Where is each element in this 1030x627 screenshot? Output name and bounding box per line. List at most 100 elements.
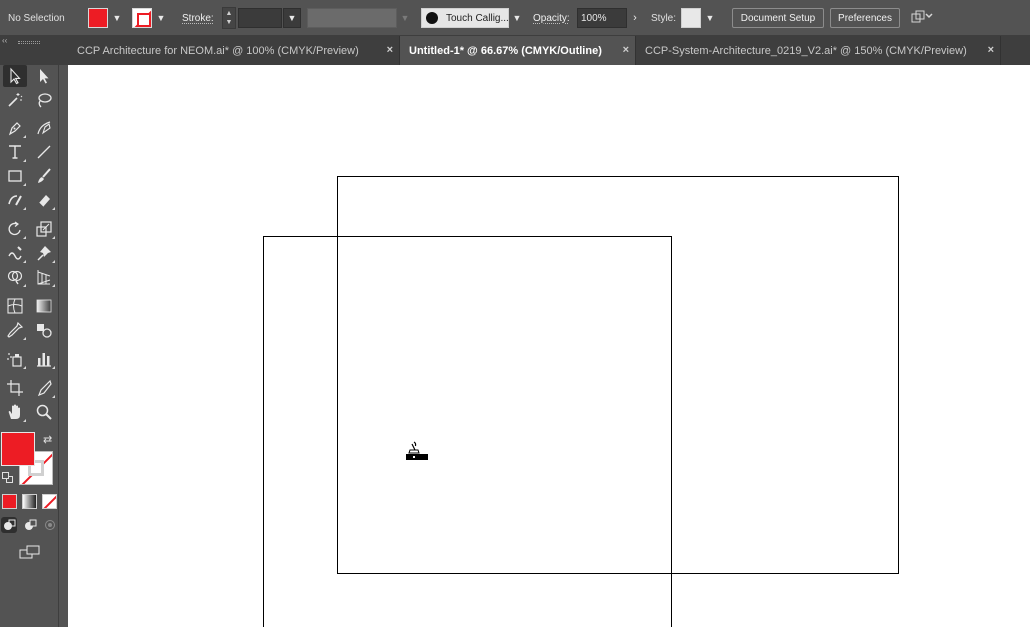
shape-builder-tool[interactable] (3, 266, 27, 288)
rotate-tool-icon (8, 221, 21, 236)
slice-tool[interactable] (32, 377, 56, 399)
blend-tool[interactable] (32, 319, 56, 341)
scale-tool[interactable] (32, 218, 56, 240)
document-setup-label[interactable]: Document Setup (732, 8, 824, 28)
shaper-tool-icon (8, 195, 22, 206)
eraser-tool[interactable] (32, 189, 56, 211)
collapse-panel-icon[interactable]: ‹‹ (2, 36, 7, 45)
close-icon[interactable]: × (623, 44, 629, 56)
close-icon[interactable]: × (988, 44, 994, 56)
hand-tool[interactable] (3, 401, 27, 423)
stroke-swatch[interactable] (132, 0, 152, 36)
pen-tool-icon (8, 122, 21, 136)
shaper-tool[interactable] (3, 189, 27, 211)
style-dropdown[interactable]: ▼ (703, 0, 717, 36)
curvature-tool[interactable] (32, 117, 56, 139)
fill-swatch[interactable] (88, 0, 108, 36)
control-bar: No Selection ▼ ▼ Stroke: ▲ ▼ ▼ ▼ Touch Ca… (0, 0, 1030, 36)
zoom-tool-icon (36, 404, 52, 420)
color-mode-button[interactable] (2, 494, 17, 509)
variable-width-profile[interactable] (307, 0, 397, 36)
paintbrush-tool[interactable] (32, 165, 56, 187)
zoom-tool[interactable] (32, 401, 56, 423)
brush-definition[interactable]: Touch Callig... (421, 0, 509, 36)
tab-untitled-1[interactable]: Untitled-1* @ 66.67% (CMYK/Outline) × (400, 36, 636, 65)
rectangle-outline-front[interactable] (263, 236, 672, 627)
puppet-warp-tool-icon (37, 246, 51, 261)
chevron-down-icon: ▼ (156, 13, 166, 23)
line-segment-tool[interactable] (32, 141, 56, 163)
opacity-arrow-button[interactable]: › (628, 0, 642, 36)
opacity-field[interactable]: 100% (577, 0, 627, 36)
none-mode-button[interactable] (42, 494, 57, 509)
swap-fill-stroke-icon[interactable]: ⇄ (43, 433, 52, 446)
selection-tool[interactable] (3, 65, 27, 87)
brush-dot-icon (426, 12, 438, 24)
stroke-weight-dropdown[interactable]: ▼ (283, 0, 301, 36)
tab-label: Untitled-1* @ 66.67% (CMYK/Outline) (409, 44, 602, 57)
stroke-weight-stepper[interactable]: ▲ ▼ (222, 0, 236, 36)
direct-selection-tool[interactable] (32, 65, 56, 87)
mesh-tool[interactable] (3, 295, 27, 317)
shape-builder-tool-icon (7, 270, 23, 285)
magic-wand-tool-icon (8, 93, 23, 107)
draw-behind-button[interactable] (22, 517, 38, 533)
eyedropper-tool[interactable] (3, 319, 27, 341)
gradient-tool[interactable] (32, 295, 56, 317)
none-slash-icon (43, 495, 56, 508)
scale-tool-icon (36, 221, 52, 237)
arrange-documents-button[interactable] (909, 0, 933, 36)
default-fill-stroke-icon[interactable] (2, 472, 14, 484)
rotate-tool[interactable] (3, 218, 27, 240)
brush-name: Touch Callig... (446, 12, 509, 24)
draw-normal-icon (4, 519, 16, 530)
stroke-dropdown[interactable]: ▼ (154, 0, 168, 36)
pen-tool[interactable] (3, 117, 27, 139)
warp-tool-icon (8, 246, 22, 260)
curvature-tool-icon (37, 121, 51, 135)
selection-status: No Selection (8, 12, 65, 24)
column-graph-tool[interactable] (32, 348, 56, 370)
stroke-weight-field[interactable] (238, 0, 282, 36)
stroke-label[interactable]: Stroke: (182, 0, 214, 36)
perspective-grid-tool[interactable] (32, 266, 56, 288)
mesh-tool-icon (7, 298, 23, 314)
draw-behind-icon (25, 519, 37, 530)
type-tool[interactable] (3, 141, 27, 163)
draw-inside-button[interactable] (42, 517, 58, 533)
opacity-value[interactable]: 100% (577, 8, 627, 28)
tab-ccp-architecture-neom[interactable]: CCP Architecture for NEOM.ai* @ 100% (CM… (68, 36, 400, 65)
close-icon[interactable]: × (387, 44, 393, 56)
symbol-sprayer-tool[interactable] (3, 348, 27, 370)
selection-tool-icon (10, 67, 21, 85)
lasso-tool-icon (38, 93, 52, 108)
panel-grip-icon[interactable] (18, 41, 40, 44)
opacity-label[interactable]: Opacity: (533, 0, 570, 36)
tools-panel-header[interactable]: ‹‹ (0, 36, 68, 47)
symbol-sprayer-tool-icon (7, 353, 22, 367)
artboard-canvas[interactable] (68, 65, 1030, 627)
puppet-warp-tool[interactable] (32, 242, 56, 264)
magic-wand-tool[interactable] (3, 89, 27, 111)
artboard-tool[interactable] (3, 377, 27, 399)
gradient-mode-button[interactable] (22, 494, 37, 509)
rectangle-tool-icon (8, 170, 22, 182)
fill-color-swatch[interactable] (1, 432, 35, 466)
draw-normal-button[interactable] (1, 517, 17, 533)
graphic-style-swatch[interactable] (681, 0, 701, 36)
lasso-tool[interactable] (32, 89, 56, 111)
variable-width-dropdown[interactable]: ▼ (398, 0, 412, 36)
document-tab-bar: CCP Architecture for NEOM.ai* @ 100% (CM… (68, 36, 1030, 65)
line-segment-tool-icon (37, 145, 51, 159)
document-setup-button[interactable]: Document Setup (732, 0, 824, 36)
rectangle-tool[interactable] (3, 165, 27, 187)
brush-dropdown[interactable]: ▼ (510, 0, 524, 36)
tab-ccp-system-architecture[interactable]: CCP-System-Architecture_0219_V2.ai* @ 15… (636, 36, 1001, 65)
blend-tool-icon (37, 324, 52, 338)
type-tool-icon (9, 145, 21, 159)
fill-dropdown[interactable]: ▼ (110, 0, 124, 36)
preferences-button[interactable]: Preferences (830, 0, 900, 36)
change-screen-mode-button[interactable] (19, 545, 41, 559)
preferences-label[interactable]: Preferences (830, 8, 900, 28)
warp-tool[interactable] (3, 242, 27, 264)
